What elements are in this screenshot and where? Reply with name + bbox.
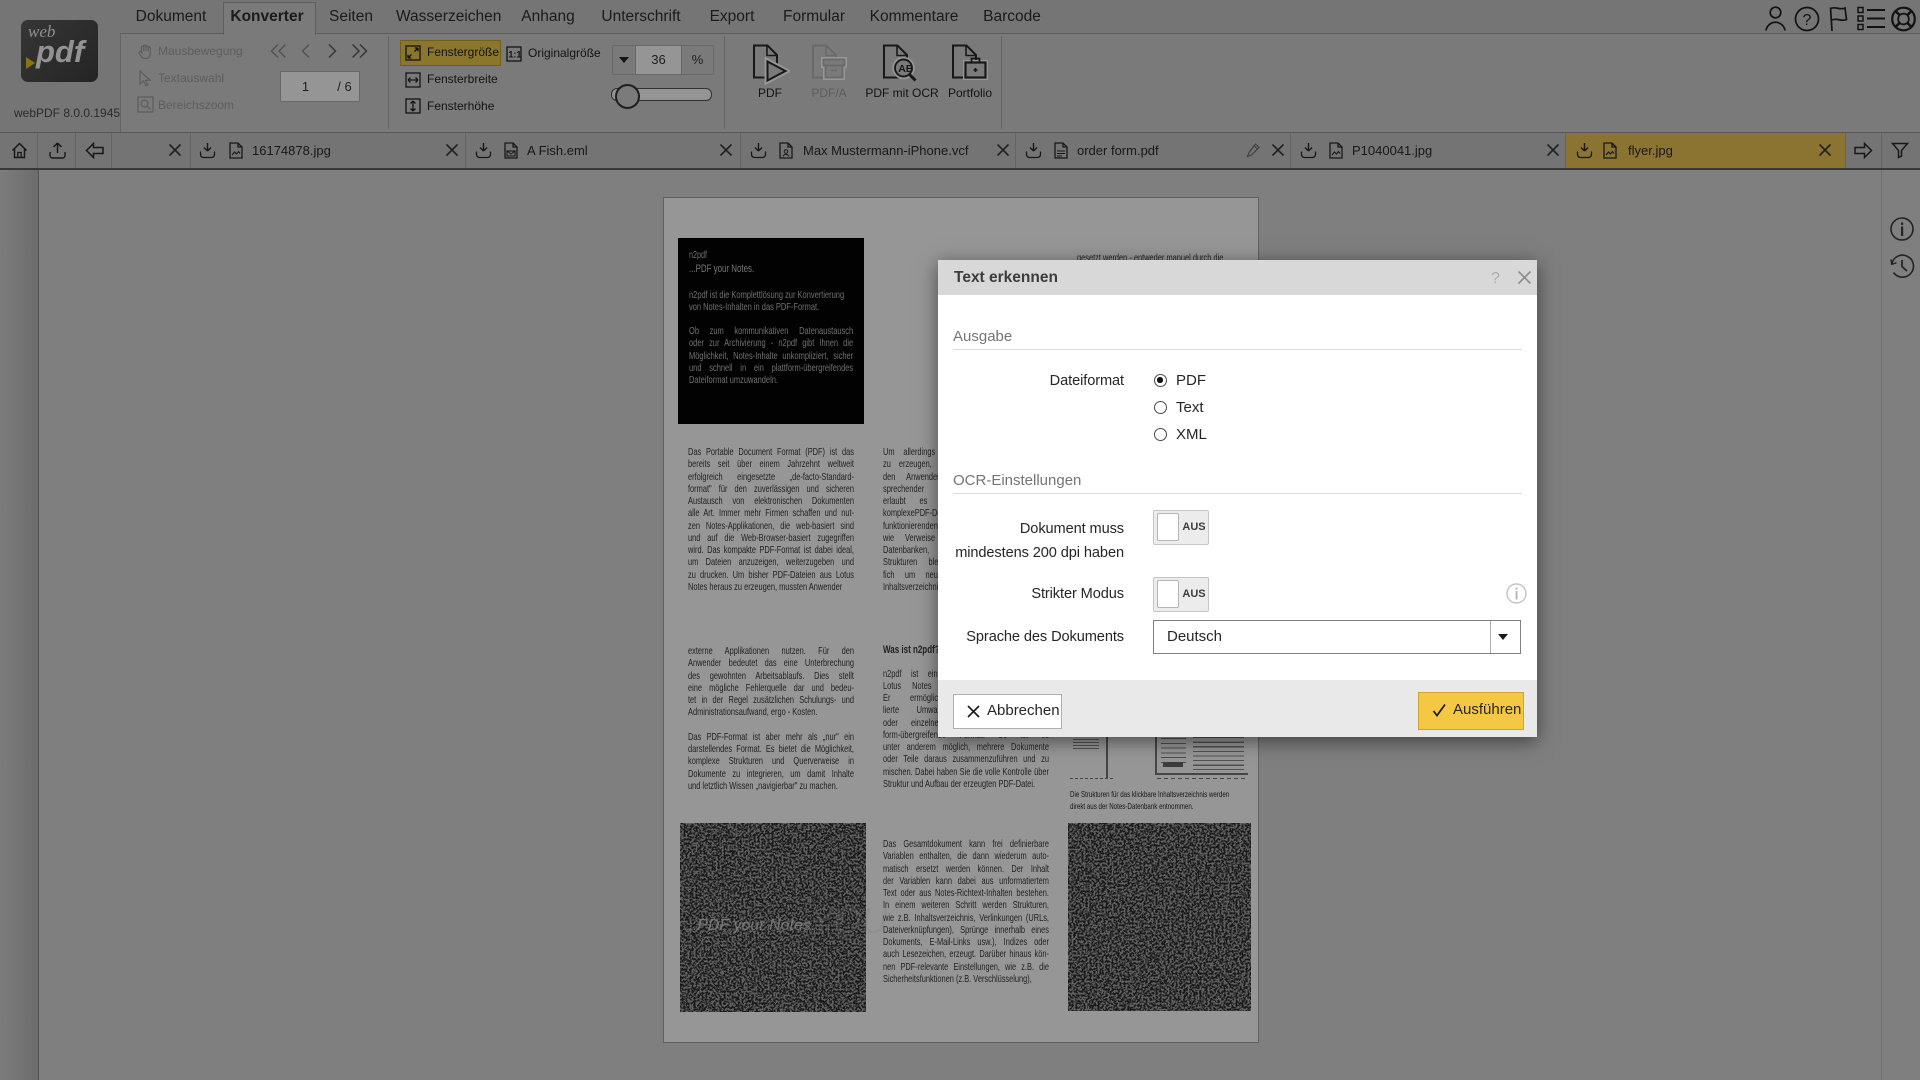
svg-text:?: ? — [1491, 270, 1500, 287]
